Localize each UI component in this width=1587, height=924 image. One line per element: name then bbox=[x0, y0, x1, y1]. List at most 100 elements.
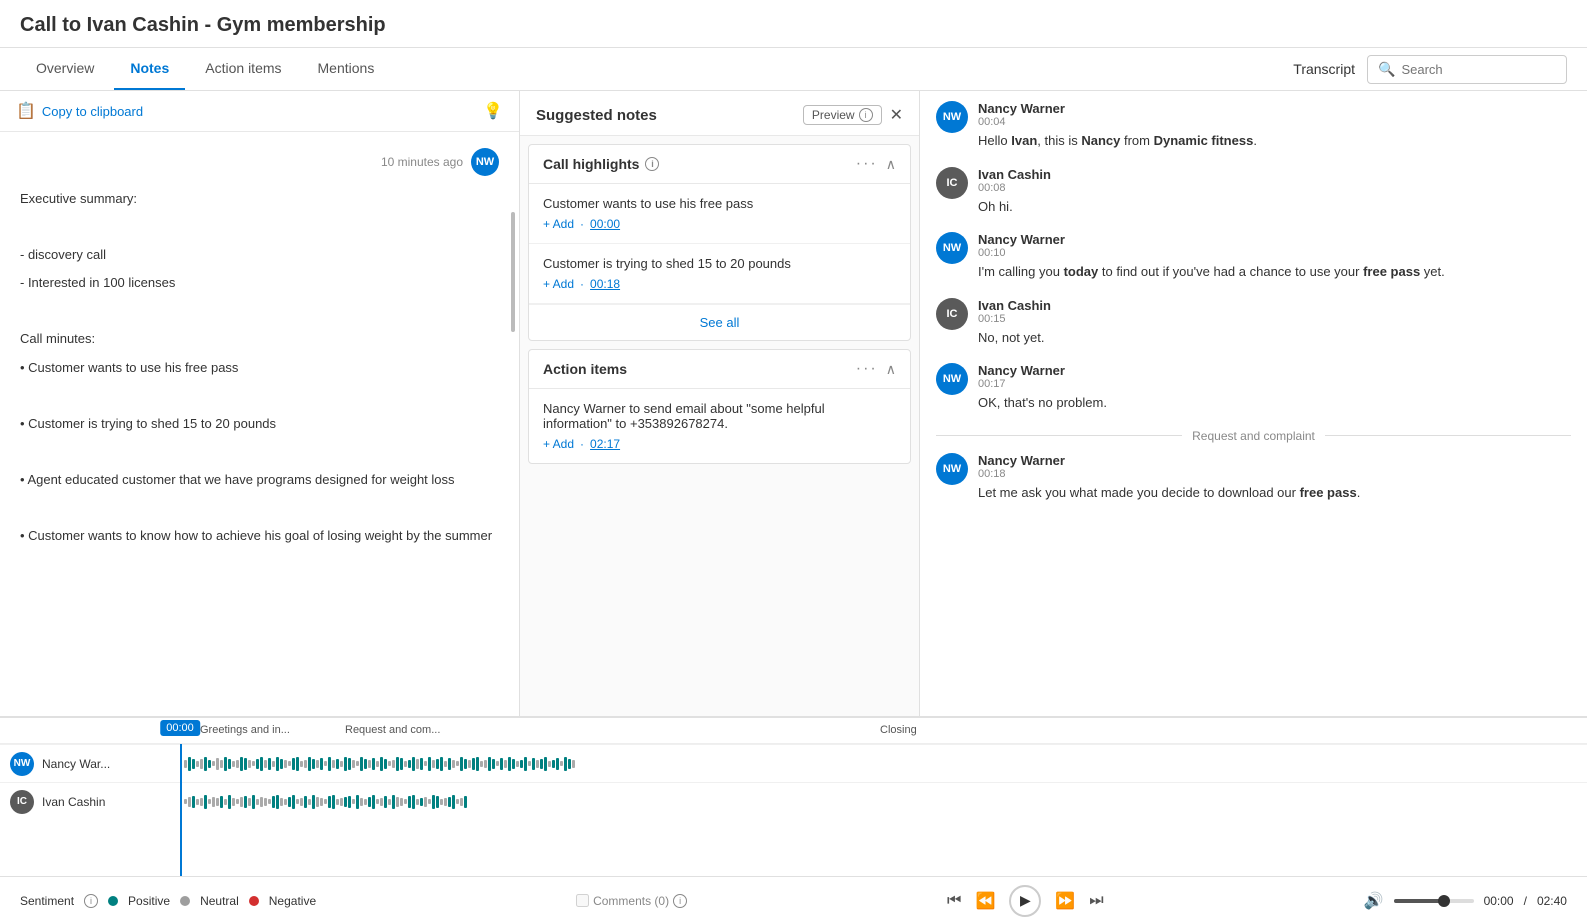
transcript-entry-5: NW Nancy Warner 00:17 OK, that's no prob… bbox=[936, 363, 1571, 413]
call-highlights-title: Call highlights bbox=[543, 156, 639, 172]
transcript-entry-6: NW Nancy Warner 00:18 Let me ask you wha… bbox=[936, 453, 1571, 503]
action-items-section: Action items ··· ∧ Nancy Warner to send … bbox=[528, 349, 911, 464]
entry-time-1: 00:04 bbox=[978, 116, 1571, 128]
entry-text-4: No, not yet. bbox=[978, 328, 1571, 348]
playback-controls: ⏮ ⏪ ▶ ⏩ ⏭ bbox=[947, 885, 1104, 917]
tab-overview[interactable]: Overview bbox=[20, 48, 110, 90]
entry-text-6: Let me ask you what made you decide to d… bbox=[978, 483, 1571, 503]
notes-content: 10 minutes ago NW Executive summary: - d… bbox=[0, 132, 519, 716]
entry-text-1: Hello Ivan, this is Nancy from Dynamic f… bbox=[978, 131, 1571, 151]
sentiment-label: Sentiment bbox=[20, 894, 74, 908]
time-separator: / bbox=[1524, 894, 1527, 908]
timeline-label-greetings: Greetings and in... bbox=[200, 724, 290, 736]
search-box[interactable]: 🔍 bbox=[1367, 55, 1567, 84]
copy-label: Copy to clipboard bbox=[42, 104, 143, 119]
close-suggested-button[interactable]: ✕ bbox=[890, 105, 903, 125]
highlight-item-2: Customer is trying to shed 15 to 20 poun… bbox=[529, 244, 910, 304]
neutral-label: Neutral bbox=[200, 894, 239, 908]
time-display: 🔊 00:00 / 02:40 bbox=[1364, 891, 1567, 911]
track-name-nancy: Nancy War... bbox=[42, 757, 110, 771]
entry-text-2: Oh hi. bbox=[978, 197, 1571, 217]
timestamp-row: 10 minutes ago NW bbox=[20, 148, 499, 176]
total-time: 02:40 bbox=[1537, 894, 1567, 908]
entry-name-5: Nancy Warner bbox=[978, 363, 1571, 378]
action-items-dots-menu[interactable]: ··· bbox=[856, 360, 878, 378]
transcript-entry-1: NW Nancy Warner 00:04 Hello Ivan, this i… bbox=[936, 101, 1571, 151]
negative-label: Negative bbox=[269, 894, 316, 908]
comments-info-icon: i bbox=[673, 894, 687, 908]
highlight-item-1: Customer wants to use his free pass + Ad… bbox=[529, 184, 910, 244]
playhead-line bbox=[180, 744, 182, 876]
highlight-add-row-1[interactable]: + Add · 00:00 bbox=[543, 217, 896, 231]
action-items-header: Action items ··· ∧ bbox=[529, 350, 910, 389]
call-highlights-info-icon: i bbox=[645, 157, 659, 171]
skip-to-end-button[interactable]: ⏭ bbox=[1089, 892, 1103, 910]
avatar-ivan-2: IC bbox=[936, 298, 968, 330]
entry-name-6: Nancy Warner bbox=[978, 453, 1571, 468]
page-title: Call to Ivan Cashin - Gym membership bbox=[0, 0, 1587, 48]
entry-name-2: Ivan Cashin bbox=[978, 167, 1571, 182]
info-sentiment-icon: i bbox=[84, 894, 98, 908]
volume-icon: 🔊 bbox=[1364, 891, 1384, 911]
action-items-collapse-btn[interactable]: ∧ bbox=[886, 361, 896, 378]
tab-action-items[interactable]: Action items bbox=[189, 48, 297, 90]
transcript-entry-3: NW Nancy Warner 00:10 I'm calling you to… bbox=[936, 232, 1571, 282]
avatar-ivan-1: IC bbox=[936, 167, 968, 199]
action-item-add-row-1[interactable]: + Add · 02:17 bbox=[543, 437, 896, 451]
action-items-title: Action items bbox=[543, 361, 627, 377]
scrollbar[interactable] bbox=[511, 212, 515, 332]
right-panel: NW Nancy Warner 00:04 Hello Ivan, this i… bbox=[920, 91, 1587, 716]
current-time: 00:00 bbox=[1484, 894, 1514, 908]
track-avatar-nw: NW bbox=[10, 752, 34, 776]
highlight-time-1[interactable]: 00:00 bbox=[590, 217, 620, 231]
action-item-text-1: Nancy Warner to send email about "some h… bbox=[543, 401, 896, 431]
tab-notes[interactable]: Notes bbox=[114, 48, 185, 90]
volume-fill bbox=[1394, 899, 1442, 903]
add-icon-1: + Add bbox=[543, 217, 574, 231]
sentiment-area: Sentiment i Positive Neutral Negative bbox=[20, 894, 316, 908]
comments-checkbox[interactable] bbox=[576, 894, 589, 907]
entry-time-4: 00:15 bbox=[978, 313, 1571, 325]
highlight-time-2[interactable]: 00:18 bbox=[590, 277, 620, 291]
highlight-add-row-2[interactable]: + Add · 00:18 bbox=[543, 277, 896, 291]
lightbulb-icon: 💡 bbox=[483, 101, 503, 121]
highlight-text-1: Customer wants to use his free pass bbox=[543, 196, 896, 211]
notes-text: Executive summary: - discovery call - In… bbox=[20, 188, 499, 547]
preview-badge[interactable]: Preview i bbox=[803, 105, 882, 125]
skip-to-start-button[interactable]: ⏮ bbox=[947, 892, 961, 910]
track-row-nancy: NW Nancy War... bbox=[0, 744, 1587, 782]
entry-text-3: I'm calling you today to find out if you… bbox=[978, 262, 1571, 282]
copy-to-clipboard-button[interactable]: 📋 Copy to clipboard bbox=[16, 101, 143, 121]
transcript-content: NW Nancy Warner 00:04 Hello Ivan, this i… bbox=[920, 91, 1587, 716]
timestamp: 10 minutes ago bbox=[381, 155, 463, 169]
add-icon-2: + Add bbox=[543, 277, 574, 291]
entry-name-1: Nancy Warner bbox=[978, 101, 1571, 116]
timeline-label-closing: Closing bbox=[880, 724, 917, 736]
positive-dot bbox=[108, 896, 118, 906]
call-highlights-collapse-btn[interactable]: ∧ bbox=[886, 156, 896, 173]
suggested-notes-title: Suggested notes bbox=[536, 107, 657, 124]
volume-slider[interactable] bbox=[1394, 899, 1474, 903]
search-input[interactable] bbox=[1401, 62, 1556, 77]
positive-label: Positive bbox=[128, 894, 170, 908]
middle-panel: Suggested notes Preview i ✕ Call highlig… bbox=[520, 91, 920, 716]
main-content: 📋 Copy to clipboard 💡 10 minutes ago NW … bbox=[0, 91, 1587, 716]
highlight-text-2: Customer is trying to shed 15 to 20 poun… bbox=[543, 256, 896, 271]
info-icon: i bbox=[859, 108, 873, 122]
comments-area: Comments (0) i bbox=[576, 894, 687, 908]
tab-mentions[interactable]: Mentions bbox=[302, 48, 391, 90]
clipboard-icon: 📋 bbox=[16, 101, 36, 121]
preview-label: Preview bbox=[812, 108, 855, 122]
rewind-button[interactable]: ⏪ bbox=[975, 891, 995, 911]
see-all-button[interactable]: See all bbox=[529, 304, 910, 340]
track-avatar-ic: IC bbox=[10, 790, 34, 814]
avatar-nancy-1: NW bbox=[936, 101, 968, 133]
volume-thumb[interactable] bbox=[1438, 895, 1450, 907]
neutral-dot bbox=[180, 896, 190, 906]
play-button[interactable]: ▶ bbox=[1009, 885, 1041, 917]
left-toolbar: 📋 Copy to clipboard 💡 bbox=[0, 91, 519, 132]
action-item-time-1[interactable]: 02:17 bbox=[590, 437, 620, 451]
call-highlights-dots-menu[interactable]: ··· bbox=[856, 155, 878, 173]
playhead-badge: 00:00 bbox=[160, 720, 200, 736]
fast-forward-button[interactable]: ⏩ bbox=[1055, 891, 1075, 911]
